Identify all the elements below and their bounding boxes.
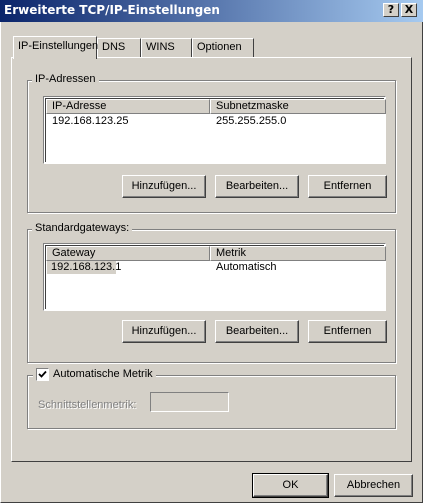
gateway-list[interactable]: Gateway Metrik 192.168.123.1 Automatisch: [43, 243, 386, 311]
auto-metric-row[interactable]: Automatische Metrik: [33, 368, 156, 382]
tab-label: DNS: [102, 41, 126, 53]
row-gateway: 192.168.123.1: [47, 261, 121, 274]
tab-ip-einstellungen[interactable]: IP-Einstellungen: [13, 36, 99, 59]
gateways-group-title: Standardgateways:: [32, 222, 133, 234]
tab-label: IP-Einstellungen: [18, 40, 99, 52]
edit-gateway-button[interactable]: Bearbeiten...: [215, 320, 299, 343]
auto-metric-label[interactable]: Automatische Metrik: [53, 368, 153, 380]
title-bar[interactable]: Erweiterte TCP/IP-Einstellungen ? X: [0, 0, 423, 22]
ok-button[interactable]: OK: [252, 473, 329, 498]
column-header-gateway[interactable]: Gateway: [46, 246, 210, 261]
tab-optionen[interactable]: Optionen: [192, 38, 254, 57]
column-header-subnet[interactable]: Subnetzmaske: [210, 99, 386, 114]
ip-addresses-group-title: IP-Adressen: [32, 73, 99, 85]
add-ip-button[interactable]: Hinzufügen...: [122, 175, 206, 198]
auto-metric-checkbox[interactable]: [36, 368, 49, 381]
row-metric: Automatisch: [216, 261, 277, 273]
checkmark-icon: [38, 370, 47, 378]
add-gateway-button[interactable]: Hinzufügen...: [122, 320, 206, 343]
edit-ip-button[interactable]: Bearbeiten...: [215, 175, 299, 198]
tab-dns[interactable]: DNS: [97, 38, 141, 57]
tab-panel-ip-einstellungen: IP-Adressen IP-Adresse Subnetzmaske 192.…: [11, 57, 412, 462]
help-button[interactable]: ?: [383, 3, 399, 17]
tab-label: Optionen: [197, 41, 242, 53]
column-header-ip[interactable]: IP-Adresse: [46, 99, 210, 114]
window-title: Erweiterte TCP/IP-Einstellungen: [4, 3, 220, 17]
cancel-button[interactable]: Abbrechen: [334, 474, 413, 497]
tab-wins[interactable]: WINS: [141, 38, 192, 57]
row-subnet: 255.255.255.0: [216, 115, 287, 127]
remove-gateway-button[interactable]: Entfernen: [308, 320, 387, 343]
ip-address-list[interactable]: IP-Adresse Subnetzmaske 192.168.123.25 2…: [43, 96, 386, 164]
tab-label: WINS: [146, 41, 175, 53]
close-button[interactable]: X: [401, 3, 417, 17]
interface-metric-input: [150, 392, 229, 412]
interface-metric-label: Schnittstellenmetrik:: [38, 399, 137, 411]
row-ip: 192.168.123.25: [52, 115, 129, 127]
remove-ip-button[interactable]: Entfernen: [308, 175, 387, 198]
column-header-metric[interactable]: Metrik: [210, 246, 386, 261]
